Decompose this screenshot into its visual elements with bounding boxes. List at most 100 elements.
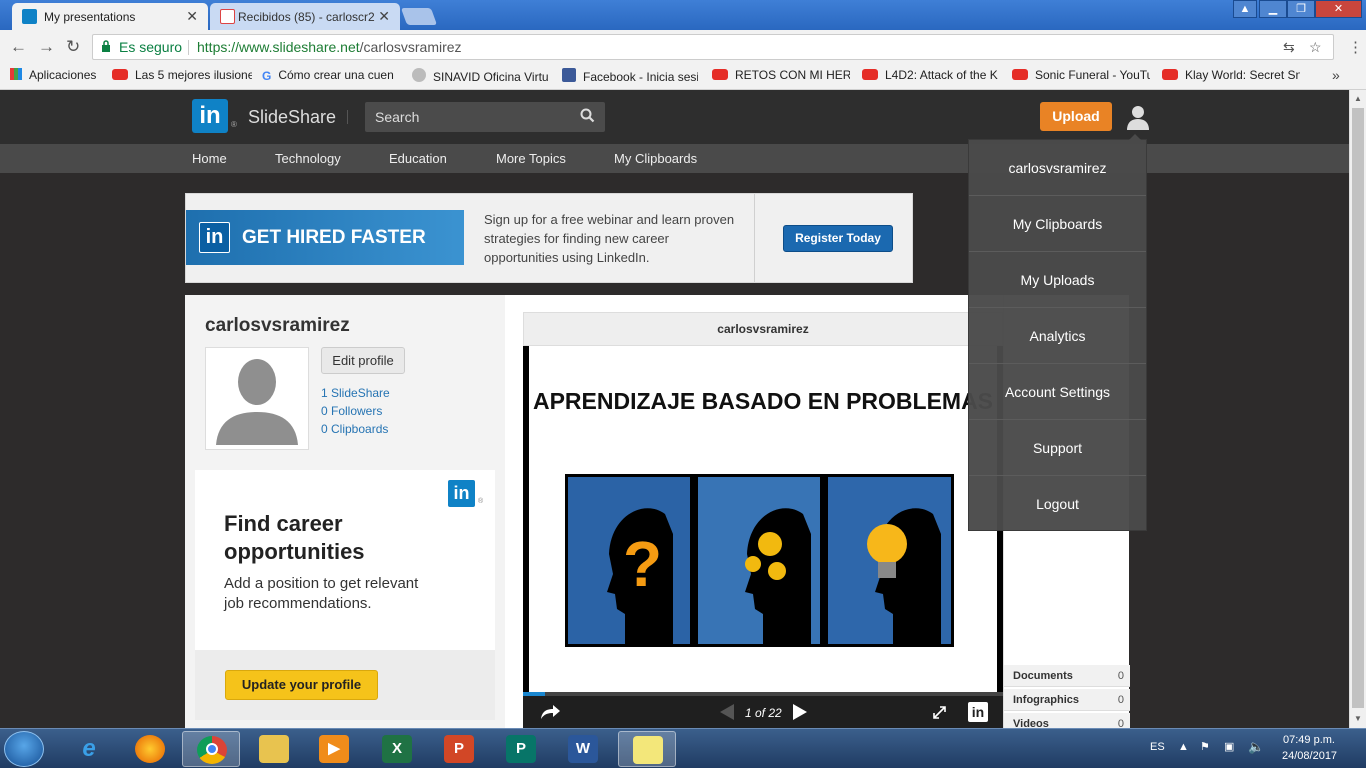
ad-body: Sign up for a free webinar and learn pro… — [484, 212, 735, 265]
stat-row-documents[interactable]: Documents 0 — [1004, 665, 1130, 687]
reload-icon[interactable]: ↻ — [66, 37, 80, 57]
profile-window-icon[interactable]: ▲ — [1233, 0, 1257, 18]
volume-icon[interactable]: 🔈 — [1248, 739, 1264, 755]
viewer-controls: 1 of 22 in — [523, 696, 1003, 728]
slideshare-count-link[interactable]: 1 SlideShare — [321, 386, 390, 400]
nav-technology[interactable]: Technology — [275, 151, 341, 166]
bookmark-youtube-4[interactable]: Sonic Funeral - YouTu — [1012, 68, 1150, 82]
language-indicator[interactable]: ES — [1150, 741, 1165, 753]
taskbar-powerpoint[interactable]: P — [430, 731, 488, 767]
action-center-flag-icon[interactable]: ⚑ — [1200, 740, 1210, 753]
fullscreen-icon[interactable] — [933, 706, 946, 719]
register-today-button[interactable]: Register Today — [783, 225, 893, 252]
windows-start-button[interactable] — [4, 731, 44, 767]
tray-expand-icon[interactable]: ▲ — [1178, 741, 1189, 753]
bookmark-facebook[interactable]: Facebook - Inicia sesi — [562, 68, 698, 84]
previous-slide-icon[interactable] — [718, 703, 736, 721]
header-divider — [347, 110, 348, 124]
close-tab-icon[interactable]: ✕ — [186, 8, 198, 25]
more-bookmarks-icon[interactable]: » — [1332, 67, 1340, 83]
translate-icon[interactable]: ⇆ — [1283, 39, 1295, 56]
powerpoint-icon: P — [444, 735, 474, 763]
taskbar-firefox[interactable] — [121, 731, 179, 767]
close-tab-icon[interactable]: ✕ — [378, 8, 390, 25]
minimize-button[interactable]: ▁ — [1259, 0, 1287, 18]
linkedin-logo[interactable]: in — [192, 99, 228, 133]
bookmark-sinavid[interactable]: SINAVID Oficina Virtu — [412, 68, 550, 84]
bookmark-apps[interactable]: Aplicaciones — [10, 68, 105, 82]
menu-item-account-settings[interactable]: Account Settings — [969, 364, 1146, 420]
bookmark-label: Sonic Funeral - YouTu — [1035, 68, 1150, 82]
bookmark-youtube-1[interactable]: Las 5 mejores ilusione — [112, 68, 252, 82]
stat-row-infographics[interactable]: Infographics 0 — [1004, 689, 1130, 711]
linkedin-ad-logo: in — [199, 222, 230, 253]
menu-item-my-uploads[interactable]: My Uploads — [969, 252, 1146, 308]
slide-viewer[interactable]: carlosvsramirez APRENDIZAJE BASADO EN PR… — [523, 312, 1003, 728]
page-scrollbar[interactable]: ▲ ▼ — [1349, 90, 1366, 728]
taskbar-excel[interactable]: X — [368, 731, 426, 767]
next-slide-icon[interactable] — [791, 703, 809, 721]
menu-item-analytics[interactable]: Analytics — [969, 308, 1146, 364]
menu-item-my-clipboards[interactable]: My Clipboards — [969, 196, 1146, 252]
excel-icon: X — [382, 735, 412, 763]
scroll-up-arrow-icon[interactable]: ▲ — [1354, 94, 1362, 103]
slide-canvas[interactable]: APRENDIZAJE BASADO EN PROBLEMAS ? — [529, 346, 997, 692]
browser-menu-icon[interactable]: ⋮ — [1348, 38, 1363, 56]
nav-more-topics[interactable]: More Topics — [496, 151, 566, 166]
bookmark-label: Cómo crear una cuen — [278, 68, 394, 82]
menu-item-logout[interactable]: Logout — [969, 476, 1146, 532]
taskbar-internet-explorer[interactable]: e — [60, 731, 118, 767]
maximize-button[interactable]: ❐ — [1287, 0, 1315, 18]
back-arrow-icon[interactable]: ← — [10, 37, 27, 57]
nav-home[interactable]: Home — [192, 151, 227, 166]
avatar[interactable] — [205, 347, 309, 450]
nav-education[interactable]: Education — [389, 151, 447, 166]
nav-my-clipboards[interactable]: My Clipboards — [614, 151, 697, 166]
share-arrow-icon[interactable] — [539, 704, 561, 720]
taskbar-word[interactable]: W — [554, 731, 612, 767]
ad-divider — [754, 194, 755, 282]
bookmark-youtube-3[interactable]: L4D2: Attack of the K — [862, 68, 1000, 82]
linkedin-ad-banner[interactable]: in GET HIRED FASTER Sign up for a free w… — [185, 193, 913, 283]
clock-date[interactable]: 24/08/2017 — [1282, 750, 1337, 762]
address-bar[interactable]: Es seguro https://www.slideshare.net/car… — [92, 34, 1334, 60]
bookmark-google[interactable]: G Cómo crear una cuen — [262, 68, 400, 82]
update-profile-button[interactable]: Update your profile — [225, 670, 378, 700]
menu-item-username[interactable]: carlosvsramirez — [969, 140, 1146, 196]
bookmark-star-icon[interactable]: ☆ — [1309, 39, 1322, 56]
youtube-icon — [112, 69, 128, 80]
network-icon[interactable]: ▣ — [1224, 740, 1234, 753]
bookmark-youtube-2[interactable]: RETOS CON MI HERM — [712, 68, 850, 82]
taskbar-file-explorer[interactable] — [245, 731, 303, 767]
slideshare-brand[interactable]: SlideShare — [248, 107, 336, 128]
followers-count-link[interactable]: 0 Followers — [321, 404, 382, 418]
tab-my-presentations[interactable]: My presentations ✕ — [12, 3, 208, 30]
search-input[interactable]: Search — [375, 109, 419, 125]
search-icon[interactable] — [580, 108, 595, 123]
taskbar-media-player[interactable]: ▶ — [305, 731, 363, 767]
scroll-down-arrow-icon[interactable]: ▼ — [1354, 714, 1362, 723]
taskbar-publisher[interactable]: P — [492, 731, 550, 767]
clipboards-count-link[interactable]: 0 Clipboards — [321, 422, 388, 436]
edit-profile-button[interactable]: Edit profile — [321, 347, 405, 374]
tab-gmail[interactable]: Recibidos (85) - carloscr2 ✕ — [210, 3, 400, 30]
search-box[interactable]: Search — [365, 102, 605, 132]
upload-button[interactable]: Upload — [1040, 102, 1112, 131]
publisher-icon: P — [506, 735, 536, 763]
user-account-icon[interactable] — [1126, 104, 1150, 130]
secure-label: Es seguro — [119, 39, 183, 55]
linkedin-share-icon[interactable]: in — [968, 702, 988, 722]
clock-time[interactable]: 07:49 p.m. — [1283, 734, 1335, 746]
gmail-favicon-icon — [220, 9, 235, 24]
new-tab-button[interactable] — [400, 8, 438, 25]
scrollbar-thumb[interactable] — [1352, 108, 1364, 708]
taskbar-sticky-notes[interactable] — [618, 731, 676, 767]
page-indicator: 1 of 22 — [745, 706, 782, 720]
forward-arrow-icon[interactable]: → — [38, 37, 55, 57]
menu-item-support[interactable]: Support — [969, 420, 1146, 476]
bookmark-youtube-5[interactable]: Klay World: Secret Sn — [1162, 68, 1300, 82]
taskbar-chrome[interactable] — [182, 731, 240, 767]
close-window-button[interactable]: ✕ — [1315, 0, 1362, 18]
linkedin-favicon-icon — [22, 9, 37, 24]
bookmarks-bar: Aplicaciones Las 5 mejores ilusione G Cóm… — [0, 64, 1366, 90]
